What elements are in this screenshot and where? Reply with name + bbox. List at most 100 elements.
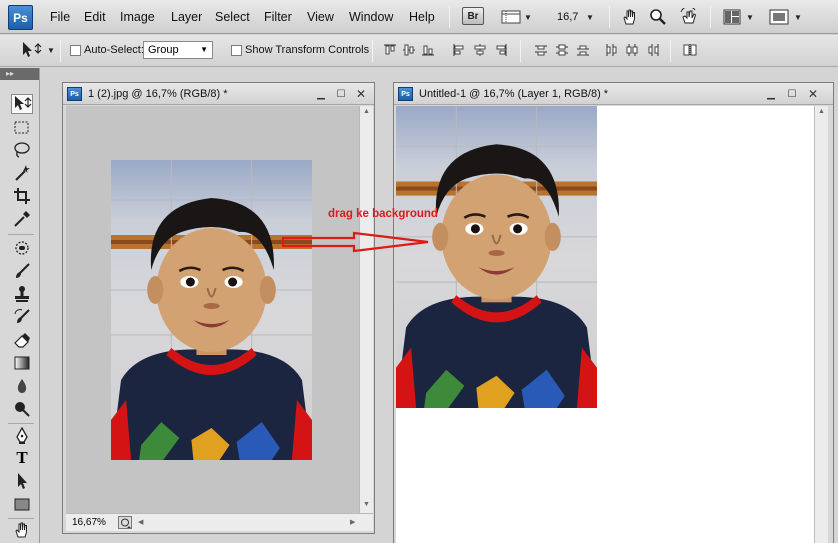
scroll-down-icon[interactable]: ▼: [363, 501, 370, 508]
gradient-tool-icon[interactable]: [11, 353, 33, 373]
options-separator: [60, 40, 61, 62]
annotation-text: drag ke background: [328, 208, 438, 220]
document-title: Untitled-1 @ 16,7% (Layer 1, RGB/8) *: [419, 88, 609, 100]
document-titlebar[interactable]: Ps Untitled-1 @ 16,7% (Layer 1, RGB/8) *…: [394, 83, 833, 105]
auto-select-mode-value: Group: [148, 44, 179, 56]
document-canvas-area[interactable]: [66, 106, 359, 513]
view-extras-icon[interactable]: [500, 7, 522, 27]
distribute-vcenter-icon[interactable]: [555, 43, 569, 57]
align-right-icon[interactable]: [494, 43, 508, 57]
distribute-left-icon[interactable]: [604, 43, 618, 57]
menu-window[interactable]: Window: [349, 10, 393, 24]
auto-select-label: Auto-Select:: [84, 44, 144, 56]
menu-bar: Ps File Edit Image Layer Select Filter V…: [0, 0, 838, 34]
view-extras-dropdown-icon[interactable]: ▼: [524, 7, 532, 27]
lasso-tool-icon[interactable]: [11, 140, 33, 160]
document-window-source[interactable]: Ps 1 (2).jpg @ 16,7% (RGB/8) * ▁ ☐ ✕ ▲ ▼…: [62, 82, 375, 534]
document-status-bar: 16,67% ◀ ▶: [66, 513, 373, 531]
screen-mode-icon[interactable]: [768, 7, 790, 27]
eraser-tool-icon[interactable]: [11, 330, 33, 350]
tools-separator: [8, 518, 34, 519]
menubar-separator: [449, 6, 450, 28]
magic-wand-tool-icon[interactable]: [11, 163, 33, 183]
tools-panel-header[interactable]: ▸▸: [0, 68, 39, 80]
document-canvas-area[interactable]: [396, 106, 814, 543]
auto-select-checkbox[interactable]: [70, 45, 81, 56]
move-tool-icon[interactable]: [11, 94, 33, 114]
crop-tool-icon[interactable]: [11, 186, 33, 206]
hand-tool-icon[interactable]: [11, 520, 33, 540]
distribute-right-icon[interactable]: [646, 43, 660, 57]
document-title: 1 (2).jpg @ 16,7% (RGB/8) *: [88, 88, 228, 100]
status-info-icon[interactable]: [118, 516, 132, 529]
menu-filter[interactable]: Filter: [264, 10, 292, 24]
menu-edit[interactable]: Edit: [84, 10, 106, 24]
options-bar: ▼ Auto-Select: Group ▼ Show Transform Co…: [0, 35, 838, 67]
auto-select-mode-dropdown[interactable]: Group ▼: [143, 41, 213, 59]
tool-preset-dropdown-icon[interactable]: ▼: [47, 46, 55, 55]
vertical-scrollbar[interactable]: ▲ ▼: [359, 106, 373, 513]
photoshop-logo: Ps: [8, 5, 33, 30]
zoom-dropdown-icon[interactable]: ▼: [586, 7, 594, 27]
menu-view[interactable]: View: [307, 10, 334, 24]
menu-file[interactable]: File: [50, 10, 70, 24]
spot-healing-tool-icon[interactable]: [11, 238, 33, 258]
rotate-view-icon[interactable]: [678, 7, 700, 27]
show-transform-checkbox[interactable]: [231, 45, 242, 56]
align-vcenter-icon[interactable]: [402, 43, 416, 57]
blur-tool-icon[interactable]: [11, 376, 33, 396]
zoom-tool-icon[interactable]: [648, 7, 668, 27]
eyedropper-tool-icon[interactable]: [11, 209, 33, 229]
document-window-target[interactable]: Ps Untitled-1 @ 16,7% (Layer 1, RGB/8) *…: [393, 82, 834, 543]
show-transform-label: Show Transform Controls: [245, 44, 370, 56]
clone-stamp-tool-icon[interactable]: [11, 284, 33, 304]
history-brush-tool-icon[interactable]: [11, 307, 33, 327]
menu-select[interactable]: Select: [215, 10, 250, 24]
pen-tool-icon[interactable]: [11, 426, 33, 446]
arrange-documents-icon[interactable]: [722, 7, 742, 27]
menu-image[interactable]: Image: [120, 10, 155, 24]
options-separator: [372, 40, 373, 62]
scroll-left-icon[interactable]: ◀: [138, 518, 143, 526]
brush-tool-icon[interactable]: [11, 261, 33, 281]
boy-photo[interactable]: [111, 160, 312, 460]
options-separator: [670, 40, 671, 62]
auto-align-layers-icon[interactable]: [683, 43, 697, 57]
marquee-tool-icon[interactable]: [11, 118, 33, 138]
options-separator: [520, 40, 521, 62]
close-icon[interactable]: ✕: [355, 87, 367, 101]
boy-photo-layer[interactable]: [396, 106, 597, 408]
minimize-icon[interactable]: ▁: [315, 88, 327, 100]
bridge-button[interactable]: Br: [462, 7, 484, 25]
document-titlebar[interactable]: Ps 1 (2).jpg @ 16,7% (RGB/8) * ▁ ☐ ✕: [63, 83, 374, 105]
shape-tool-icon[interactable]: [11, 494, 33, 514]
type-tool-icon[interactable]: T: [11, 448, 33, 468]
path-selection-tool-icon[interactable]: [11, 471, 33, 491]
menu-help[interactable]: Help: [409, 10, 435, 24]
zoom-status[interactable]: 16,67%: [72, 517, 106, 528]
vertical-scrollbar[interactable]: ▲: [814, 106, 828, 543]
align-hcenter-icon[interactable]: [473, 43, 487, 57]
screen-mode-dropdown-icon[interactable]: ▼: [794, 7, 802, 27]
scroll-right-icon[interactable]: ▶: [350, 518, 355, 526]
zoom-level[interactable]: 16,7: [557, 11, 578, 23]
distribute-top-icon[interactable]: [534, 43, 548, 57]
arrange-dropdown-icon[interactable]: ▼: [746, 7, 754, 27]
maximize-icon[interactable]: ☐: [786, 88, 798, 100]
menu-layer[interactable]: Layer: [171, 10, 202, 24]
scroll-up-icon[interactable]: ▲: [363, 108, 370, 115]
align-bottom-icon[interactable]: [421, 43, 435, 57]
close-icon[interactable]: ✕: [807, 87, 819, 101]
scroll-up-icon[interactable]: ▲: [818, 108, 825, 115]
distribute-bottom-icon[interactable]: [576, 43, 590, 57]
move-tool-preset-icon[interactable]: [18, 40, 44, 60]
align-left-icon[interactable]: [452, 43, 466, 57]
tools-separator: [8, 423, 34, 424]
distribute-hcenter-icon[interactable]: [625, 43, 639, 57]
tools-panel: ▸▸ T: [0, 68, 40, 543]
hand-tool-icon[interactable]: [620, 7, 640, 27]
align-top-icon[interactable]: [383, 43, 397, 57]
minimize-icon[interactable]: ▁: [765, 88, 777, 100]
maximize-icon[interactable]: ☐: [335, 88, 347, 100]
dodge-tool-icon[interactable]: [11, 399, 33, 419]
